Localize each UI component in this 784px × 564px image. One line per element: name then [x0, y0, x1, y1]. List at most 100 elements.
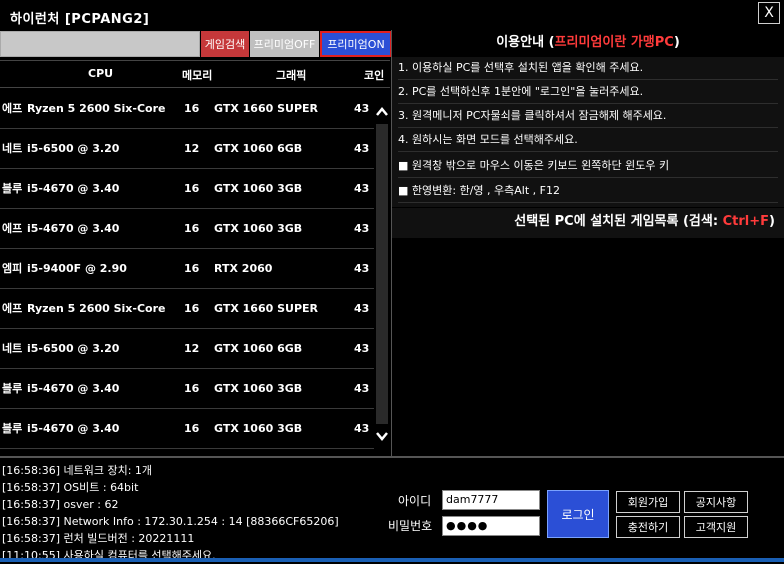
pc-table-header: CPU 메모리 그래픽 코인: [0, 60, 390, 88]
guide-line: 4. 원하시는 화면 모드를 선택해주세요.: [398, 129, 778, 152]
pc-table-row[interactable]: 블루 i5-4670 @ 3.40 16 GTX 1060 3GB 43: [0, 168, 374, 209]
row-memory: 16: [184, 101, 200, 115]
signup-button[interactable]: 회원가입: [616, 491, 680, 513]
row-memory: 16: [184, 181, 200, 195]
row-prefix: 네트: [2, 142, 23, 155]
row-memory: 16: [184, 421, 200, 435]
pc-table-row[interactable]: 에프 i5-4670 @ 3.40 16 GTX 1060 3GB 43: [0, 208, 374, 249]
pc-table-row[interactable]: 블루 i5-4670 @ 3.40 16 GTX 1060 3GB 43: [0, 408, 374, 449]
row-memory: 16: [184, 301, 200, 315]
row-gpu: GTX 1060 3GB: [214, 221, 303, 235]
guide-title-suffix: ): [673, 35, 680, 50]
row-prefix: 에프: [2, 302, 23, 315]
id-label: 아이디: [398, 494, 432, 508]
installed-label: 선택된 PC에 설치된 게임목록 (검색:: [514, 214, 723, 229]
log-line: [16:58:36] 네트워크 장치: 1개: [2, 464, 153, 477]
row-gpu: RTX 2060: [214, 261, 273, 275]
row-prefix: 블루: [2, 382, 23, 395]
row-coin: 43: [354, 381, 370, 395]
scroll-up-icon[interactable]: [374, 104, 390, 120]
scroll-thumb[interactable]: [376, 124, 388, 424]
row-cpu: i5-4670 @ 3.40: [27, 181, 120, 195]
pc-table-row[interactable]: 엠피 i5-9400F @ 2.90 16 RTX 2060 43: [0, 248, 374, 289]
search-input[interactable]: [0, 31, 200, 57]
password-label: 비밀번호: [388, 519, 433, 533]
row-gpu: GTX 1060 6GB: [214, 341, 303, 355]
row-prefix: 에프: [2, 222, 23, 235]
row-cpu: i5-4670 @ 3.40: [27, 221, 120, 235]
charge-button[interactable]: 충전하기: [616, 516, 680, 538]
premium-off-button[interactable]: 프리미엄OFF: [250, 31, 319, 57]
login-button[interactable]: 로그인: [547, 490, 609, 538]
password-field[interactable]: ●●●●: [442, 516, 540, 536]
header-coin: 코인: [364, 69, 385, 82]
row-gpu: GTX 1060 6GB: [214, 141, 303, 155]
row-coin: 43: [354, 421, 370, 435]
launcher-window: 하이런처 [PCPANG2] X 게임검색 프리미엄OFF 프리미엄ON CPU…: [0, 0, 784, 564]
guide-line: 3. 원격메니저 PC자물쇠를 클릭하셔서 잠금해제 해주세요.: [398, 105, 778, 128]
row-coin: 43: [354, 141, 370, 155]
header-cpu: CPU: [88, 67, 114, 80]
game-search-button[interactable]: 게임검색: [201, 31, 249, 57]
premium-on-button[interactable]: 프리미엄ON: [320, 31, 392, 57]
row-cpu: i5-6500 @ 3.20: [27, 141, 120, 155]
log-line: [16:58:37] 런처 빌드버전 : 20221111: [2, 532, 195, 545]
log-line: [16:58:37] osver : 62: [2, 498, 119, 511]
row-cpu: i5-9400F @ 2.90: [27, 261, 127, 275]
installed-games-heading: 선택된 PC에 설치된 게임목록 (검색: Ctrl+F): [392, 208, 784, 238]
pc-table-row[interactable]: 네트 i5-6500 @ 3.20 12 GTX 1060 6GB 43: [0, 328, 374, 369]
row-coin: 43: [354, 181, 370, 195]
row-prefix: 블루: [2, 182, 23, 195]
row-memory: 16: [184, 221, 200, 235]
row-prefix: 네트: [2, 342, 23, 355]
log-line: [16:58:37] OS비트 : 64bit: [2, 481, 139, 494]
row-memory: 12: [184, 341, 200, 355]
guide-title-accent: 프리미엄이란 가맹PC: [554, 35, 674, 50]
row-cpu: Ryzen 5 2600 Six-Core: [27, 301, 166, 315]
scroll-down-icon[interactable]: [374, 428, 390, 444]
row-gpu: GTX 1060 3GB: [214, 421, 303, 435]
pc-table-row[interactable]: 네트 i5-6500 @ 3.20 12 GTX 1060 6GB 43: [0, 128, 374, 169]
row-memory: 16: [184, 261, 200, 275]
row-cpu: i5-6500 @ 3.20: [27, 341, 120, 355]
installed-suffix: ): [768, 214, 775, 229]
header-gpu: 그래픽: [276, 69, 307, 82]
pc-table-rows: 에프 Ryzen 5 2600 Six-Core 16 GTX 1660 SUPER 4…: [0, 88, 374, 452]
row-memory: 12: [184, 141, 200, 155]
guide-line: 1. 이용하실 PC를 선택후 설치된 앱을 확인해 주세요.: [398, 57, 778, 80]
row-coin: 43: [354, 101, 370, 115]
row-cpu: i5-4670 @ 3.40: [27, 421, 120, 435]
row-memory: 16: [184, 381, 200, 395]
title-bar: 하이런처 [PCPANG2] X: [0, 0, 784, 30]
bottom-accent-strip: [0, 558, 784, 562]
row-prefix: 블루: [2, 422, 23, 435]
notice-button[interactable]: 공지사항: [684, 491, 748, 513]
guide-box: 1. 이용하실 PC를 선택후 설치된 앱을 확인해 주세요. 2. PC를 선…: [392, 57, 784, 207]
support-button[interactable]: 고객지원: [684, 516, 748, 538]
guide-line: 2. PC를 선택하신후 1분안에 "로그인"을 눌러주세요.: [398, 81, 778, 104]
search-shortcut: Ctrl+F: [722, 214, 769, 229]
row-cpu: i5-4670 @ 3.40: [27, 381, 120, 395]
row-gpu: GTX 1660 SUPER: [214, 301, 318, 315]
log-panel: [16:58:36] 네트워크 장치: 1개 [16:58:37] OS비트 :…: [2, 462, 382, 564]
id-field[interactable]: dam7777: [442, 490, 540, 510]
row-cpu: Ryzen 5 2600 Six-Core: [27, 101, 166, 115]
table-scrollbar[interactable]: [374, 88, 390, 452]
guide-title: 이용안내 (프리미엄이란 가맹PC): [392, 30, 784, 56]
row-prefix: 에프: [2, 102, 23, 115]
guide-line: ■ 한영변환: 한/영 , 우측Alt , F12: [398, 180, 778, 203]
guide-line: ■ 원격창 밖으로 마우스 이동은 키보드 왼쪽하단 윈도우 키: [398, 155, 778, 178]
row-gpu: GTX 1660 SUPER: [214, 101, 318, 115]
search-toolbar: 게임검색 프리미엄OFF 프리미엄ON: [0, 31, 392, 57]
row-coin: 43: [354, 301, 370, 315]
pc-table-row[interactable]: 에프 Ryzen 5 2600 Six-Core 16 GTX 1660 SUPER 4…: [0, 88, 374, 129]
header-memory: 메모리: [182, 69, 213, 82]
bottom-panel: [16:58:36] 네트워크 장치: 1개 [16:58:37] OS비트 :…: [0, 456, 784, 564]
close-button[interactable]: X: [758, 2, 780, 24]
row-coin: 43: [354, 261, 370, 275]
window-title: 하이런처 [PCPANG2]: [10, 12, 150, 27]
pc-table-row[interactable]: 에프 Ryzen 5 2600 Six-Core 16 GTX 1660 SUPER 4…: [0, 288, 374, 329]
pc-table-row[interactable]: 블루 i5-4670 @ 3.40 16 GTX 1060 3GB 43: [0, 368, 374, 409]
guide-title-prefix: 이용안내 (: [496, 35, 555, 50]
log-line: [16:58:37] Network Info : 172.30.1.254 :…: [2, 515, 339, 528]
